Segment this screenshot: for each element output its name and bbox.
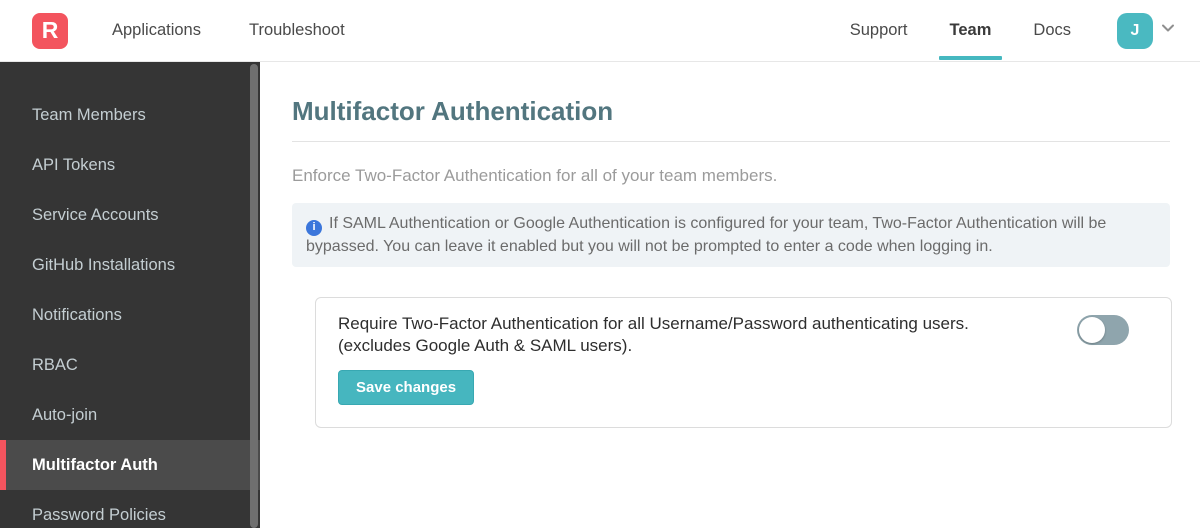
main-content: Multifactor Authentication Enforce Two-F… [260, 62, 1200, 528]
sidebar-item-api-tokens[interactable]: API Tokens [0, 140, 260, 190]
sidebar-item-rbac[interactable]: RBAC [0, 340, 260, 390]
user-menu[interactable]: J [1117, 12, 1176, 49]
avatar[interactable]: J [1117, 12, 1153, 49]
two-factor-toggle[interactable] [1077, 314, 1129, 345]
two-factor-setting-card: Require Two-Factor Authentication for al… [315, 296, 1172, 428]
primary-nav: Applications Troubleshoot [112, 0, 345, 62]
rollbar-logo-icon[interactable]: R [32, 12, 68, 49]
secondary-nav: Support Team Docs J [850, 0, 1176, 62]
info-icon: i [306, 219, 322, 236]
two-factor-setting-label: Require Two-Factor Authentication for al… [338, 313, 969, 357]
save-changes-button[interactable]: Save changes [338, 369, 475, 405]
sidebar-scrollbar[interactable] [250, 64, 258, 528]
nav-item-docs[interactable]: Docs [1033, 0, 1071, 62]
sidebar-item-github-installations[interactable]: GitHub Installations [0, 240, 260, 290]
saml-info-note: i If SAML Authentication or Google Authen… [292, 203, 1170, 267]
title-divider [292, 141, 1170, 142]
setting-label-line1: Require Two-Factor Authentication for al… [338, 313, 969, 333]
body: Team Members API Tokens Service Accounts… [0, 62, 1200, 528]
sidebar-item-service-accounts[interactable]: Service Accounts [0, 190, 260, 240]
sidebar-item-password-policies[interactable]: Password Policies [0, 490, 260, 528]
page-title: Multifactor Authentication [292, 96, 614, 126]
section-description: Enforce Two-Factor Authentication for al… [292, 166, 778, 185]
nav-item-team[interactable]: Team [938, 0, 1003, 62]
sidebar-item-team-members[interactable]: Team Members [0, 90, 260, 140]
nav-item-troubleshoot[interactable]: Troubleshoot [249, 0, 345, 62]
info-note-text: If SAML Authentication or Google Authent… [306, 215, 1107, 255]
nav-item-applications[interactable]: Applications [112, 0, 201, 62]
settings-sidebar: Team Members API Tokens Service Accounts… [0, 62, 260, 528]
sidebar-item-auto-join[interactable]: Auto-join [0, 390, 260, 440]
page: R Applications Troubleshoot Support Team… [0, 0, 1200, 528]
sidebar-item-multifactor-auth[interactable]: Multifactor Auth [0, 440, 260, 490]
setting-label-line2: (excludes Google Auth & SAML users). [338, 335, 633, 355]
sidebar-item-notifications[interactable]: Notifications [0, 290, 260, 340]
top-navbar: R Applications Troubleshoot Support Team… [0, 0, 1200, 62]
nav-item-support[interactable]: Support [850, 0, 908, 62]
toggle-knob[interactable] [1079, 316, 1105, 343]
chevron-down-icon[interactable] [1160, 20, 1176, 41]
